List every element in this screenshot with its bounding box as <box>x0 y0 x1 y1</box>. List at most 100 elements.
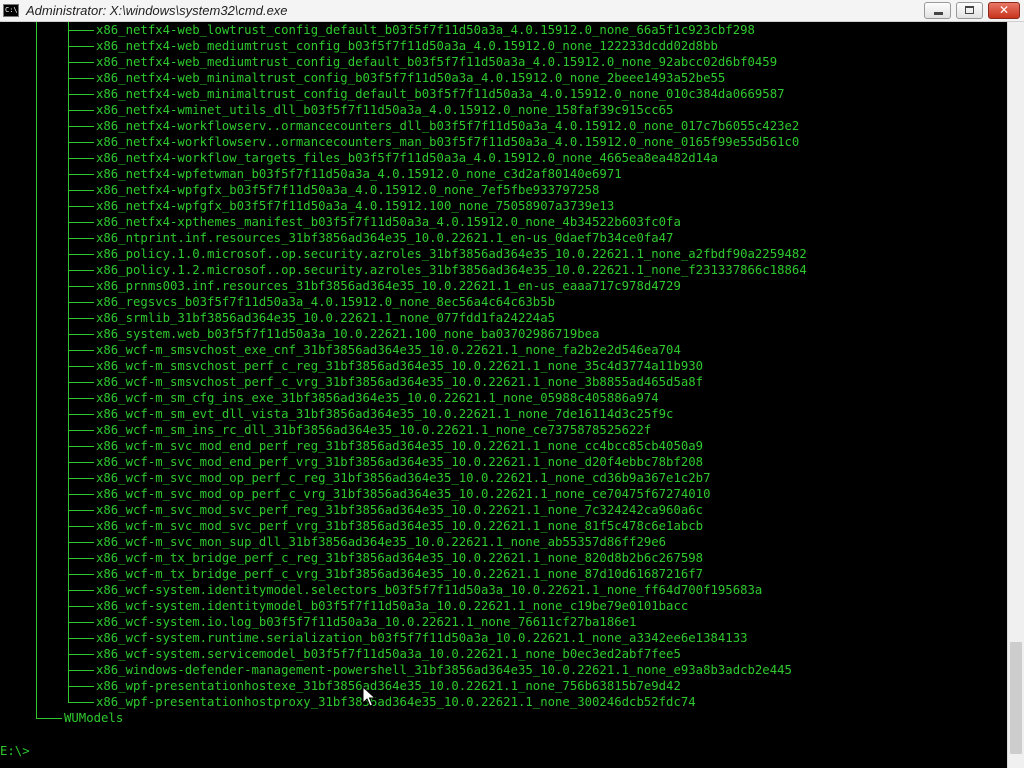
tree-entry: x86_policy.1.2.microsof..op.security.azr… <box>96 263 807 277</box>
tree-branch-line <box>36 718 62 719</box>
tree-entry: x86_netfx4-web_minimaltrust_config_b03f5… <box>96 71 726 85</box>
tree-branch-line <box>68 590 94 591</box>
tree-entry: x86_wcf-m_smsvchost_perf_c_vrg_31bf3856a… <box>96 375 704 389</box>
tree-branch-line <box>68 334 94 335</box>
tree-branch-line <box>68 126 94 127</box>
tree-entry: x86_policy.1.0.microsof..op.security.azr… <box>96 247 807 261</box>
tree-branch-line <box>68 366 94 367</box>
tree-branch-line <box>68 254 94 255</box>
tree-branch-line <box>68 78 94 79</box>
tree-entry: x86_netfx4-workflowserv..ormancecounters… <box>96 135 800 149</box>
tree-branch-line <box>68 142 94 143</box>
minimize-button[interactable] <box>924 2 951 19</box>
tree-branch-line <box>68 686 94 687</box>
tree-entry: x86_netfx4-web_lowtrust_config_default_b… <box>96 23 755 37</box>
cmd-icon[interactable]: C:\ <box>3 4 19 17</box>
tree-entry: x86_netfx4-workflow_targets_files_b03f5f… <box>96 151 718 165</box>
tree-entry: x86_wcf-m_svc_mod_end_perf_reg_31bf3856a… <box>96 439 704 453</box>
tree-entry: x86_wcf-m_svc_mod_end_perf_vrg_31bf3856a… <box>96 455 704 469</box>
tree-branch-line <box>68 350 94 351</box>
tree-entry: x86_wcf-system.identitymodel_b03f5f7f11d… <box>96 599 689 613</box>
close-icon: ✕ <box>998 3 1010 17</box>
title-bar[interactable]: C:\ Administrator: X:\windows\system32\c… <box>0 0 1024 22</box>
tree-branch-line <box>68 670 94 671</box>
tree-entry: x86_wcf-m_tx_bridge_perf_c_reg_31bf3856a… <box>96 551 704 565</box>
tree-entry: x86_netfx4-wpfetwman_b03f5f7f11d50a3a_4.… <box>96 167 622 181</box>
tree-entry: x86_wcf-system.identitymodel.selectors_b… <box>96 583 763 597</box>
console-output[interactable]: x86_netfx4-web_lowtrust_config_default_b… <box>0 22 1007 768</box>
tree-branch-line <box>68 222 94 223</box>
tree-branch-line <box>68 22 69 702</box>
tree-entry: x86_wpf-presentationhostproxy_31bf3856ad… <box>96 695 696 709</box>
close-button[interactable]: ✕ <box>988 2 1020 19</box>
tree-branch-line <box>68 526 94 527</box>
tree-entry: x86_wcf-m_tx_bridge_perf_c_vrg_31bf3856a… <box>96 567 704 581</box>
tree-branch-line <box>68 270 94 271</box>
tree-branch-line <box>68 30 94 31</box>
tree-entry: x86_wcf-system.servicemodel_b03f5f7f11d5… <box>96 647 681 661</box>
tree-branch-line <box>68 110 94 111</box>
maximize-button[interactable] <box>956 2 983 19</box>
tree-entry: x86_netfx4-wpfgfx_b03f5f7f11d50a3a_4.0.1… <box>96 183 600 197</box>
tree-entry: x86_wpf-presentationhostexe_31bf3856ad36… <box>96 679 681 693</box>
tree-branch-line <box>68 446 94 447</box>
tree-branch-line <box>68 558 94 559</box>
tree-branch-line <box>68 494 94 495</box>
tree-branch-line <box>68 398 94 399</box>
tree-branch-line <box>68 94 94 95</box>
tree-entry: x86_wcf-m_smsvchost_exe_cnf_31bf3856ad36… <box>96 343 681 357</box>
tree-entry: x86_prnms003.inf.resources_31bf3856ad364… <box>96 279 681 293</box>
tree-entry: x86_wcf-m_smsvchost_perf_c_reg_31bf3856a… <box>96 359 704 373</box>
tree-branch-line <box>68 574 94 575</box>
tree-entry: x86_wcf-m_svc_mod_op_perf_c_vrg_31bf3856… <box>96 487 711 501</box>
tree-branch-line <box>68 414 94 415</box>
tree-entry: x86_wcf-m_svc_mod_op_perf_c_reg_31bf3856… <box>96 471 711 485</box>
tree-entry: x86_netfx4-workflowserv..ormancecounters… <box>96 119 800 133</box>
tree-entry: x86_wcf-m_sm_evt_dll_vista_31bf3856ad364… <box>96 407 674 421</box>
tree-branch-line <box>68 654 94 655</box>
tree-entry: x86_srmlib_31bf3856ad364e35_10.0.22621.1… <box>96 311 556 325</box>
tree-branch-line <box>36 22 37 718</box>
tree-branch-line <box>68 510 94 511</box>
tree-branch-line <box>68 158 94 159</box>
tree-branch-line <box>68 606 94 607</box>
scrollbar-thumb[interactable] <box>1010 642 1022 754</box>
tree-entry: x86_ntprint.inf.resources_31bf3856ad364e… <box>96 231 674 245</box>
tree-entry: x86_wcf-m_sm_cfg_ins_exe_31bf3856ad364e3… <box>96 391 659 405</box>
tree-entry: x86_wcf-m_sm_ins_rc_dll_31bf3856ad364e35… <box>96 423 652 437</box>
tree-entry: x86_netfx4-xpthemes_manifest_b03f5f7f11d… <box>96 215 681 229</box>
tree-branch-line <box>68 702 94 703</box>
tree-entry: x86_wcf-system.io.log_b03f5f7f11d50a3a_1… <box>96 615 637 629</box>
tree-entry: x86_windows-defender-management-powershe… <box>96 663 792 677</box>
tree-entry: x86_netfx4-wpfgfx_b03f5f7f11d50a3a_4.0.1… <box>96 199 615 213</box>
tree-entry: x86_wcf-system.runtime.serialization_b03… <box>96 631 748 645</box>
tree-entry: x86_wcf-m_svc_mod_svc_perf_reg_31bf3856a… <box>96 503 704 517</box>
mouse-pointer-icon <box>362 686 376 707</box>
tree-branch-line <box>68 382 94 383</box>
command-prompt[interactable]: E:\> <box>0 743 30 759</box>
tree-entry: x86_wcf-m_svc_mon_sup_dll_31bf3856ad364e… <box>96 535 667 549</box>
tree-entry: x86_wcf-m_svc_mod_svc_perf_vrg_31bf3856a… <box>96 519 704 533</box>
tree-branch-line <box>68 430 94 431</box>
tree-branch-line <box>68 462 94 463</box>
tree-branch-line <box>68 206 94 207</box>
tree-entry: x86_netfx4-web_minimaltrust_config_defau… <box>96 87 785 101</box>
tree-entry: x86_regsvcs_b03f5f7f11d50a3a_4.0.15912.0… <box>96 295 556 309</box>
tree-branch-line <box>68 478 94 479</box>
tree-branch-line <box>68 622 94 623</box>
tree-branch-line <box>68 542 94 543</box>
tree-branch-line <box>68 46 94 47</box>
tree-branch-line <box>68 62 94 63</box>
tree-branch-line <box>68 286 94 287</box>
tree-branch-line <box>68 638 94 639</box>
minimize-icon <box>934 12 943 15</box>
window-title: Administrator: X:\windows\system32\cmd.e… <box>26 3 288 18</box>
tree-branch-line <box>68 302 94 303</box>
maximize-icon <box>965 6 974 14</box>
tree-entry: x86_netfx4-web_mediumtrust_config_defaul… <box>96 55 778 69</box>
vertical-scrollbar[interactable] <box>1007 22 1024 768</box>
tree-entry-folder: WUModels <box>64 711 124 725</box>
tree-entry: x86_system.web_b03f5f7f11d50a3a_10.0.226… <box>96 327 600 341</box>
tree-branch-line <box>68 318 94 319</box>
tree-branch-line <box>68 238 94 239</box>
